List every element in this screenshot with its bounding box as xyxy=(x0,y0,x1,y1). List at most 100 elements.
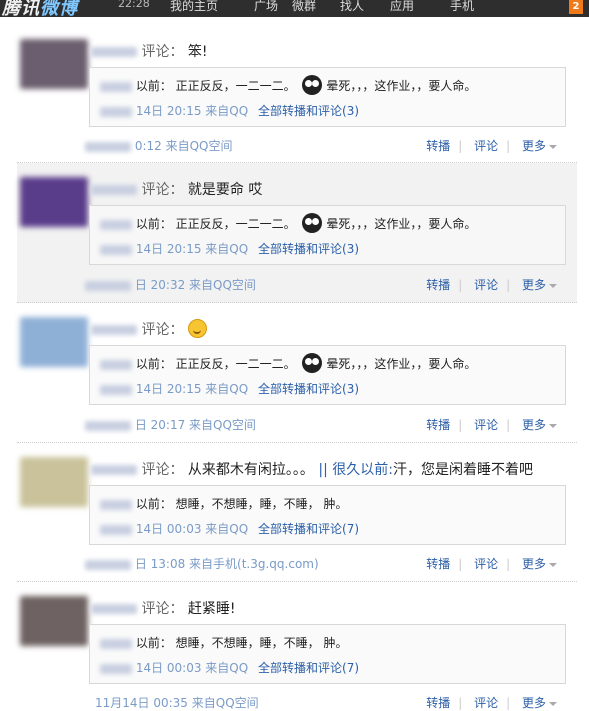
quoted-date[interactable]: 14日 00:03 来自QQ xyxy=(136,522,248,536)
top-time: 22:28 xyxy=(118,0,150,10)
avatar[interactable] xyxy=(20,39,88,89)
more-button[interactable]: 更多 xyxy=(522,696,557,710)
comment-button[interactable]: 评论 xyxy=(474,557,498,571)
feed-item: 评论： 从来都木有闲拉。。。 || 很久以前:汗，您是闲着睡不着吧 以前： 想睡… xyxy=(17,443,577,582)
comment-button[interactable]: 评论 xyxy=(474,418,498,432)
comment-text-reply: 汗，您是闲着睡不着吧 xyxy=(392,462,533,478)
comment-header: 评论： 赶紧睡! xyxy=(91,598,236,618)
avatar[interactable] xyxy=(20,317,88,367)
comment-button[interactable]: 评论 xyxy=(474,139,498,153)
quoted-post: 以前： 正正反反，一二一二。 晕死，，，这作业，，要人命。 14日 20:15 … xyxy=(89,205,566,265)
quoted-body-b: 晕死，，，这作业，，要人命。 xyxy=(326,357,477,371)
post-date-source[interactable]: 0:12 来自QQ空间 xyxy=(135,139,233,153)
quoted-meta: 14日 20:15 来自QQ 全部转播和评论(3) xyxy=(100,240,359,257)
avatar[interactable] xyxy=(20,596,88,646)
quoted-body-a: 正正反反，一二一二。 xyxy=(175,217,296,231)
repost-button[interactable]: 转播 xyxy=(426,139,450,153)
post-actions: 转播 | 评论 | 更多 xyxy=(418,416,557,433)
comment-header: 评论： xyxy=(91,319,207,339)
repost-button[interactable]: 转播 xyxy=(426,696,450,710)
dizzy-emoji-icon xyxy=(301,74,322,95)
repost-button[interactable]: 转播 xyxy=(426,278,450,292)
post-date-source[interactable]: 日 20:17 来自QQ空间 xyxy=(135,418,256,432)
quoted-body-a: 想睡，不想睡，睡，不睡， xyxy=(175,497,320,511)
quoted-prefix: 以前： xyxy=(135,357,172,371)
comment-label: 评论： xyxy=(141,182,184,198)
quoted-date[interactable]: 14日 20:15 来自QQ xyxy=(136,104,248,118)
comment-button[interactable]: 评论 xyxy=(474,696,498,710)
quoted-post: 以前： 想睡，不想睡，睡，不睡， 肿。 14日 00:03 来自QQ 全部转播和… xyxy=(89,485,566,545)
nav-item-square[interactable]: 广场 xyxy=(254,0,278,14)
post-date-blurred xyxy=(85,280,131,291)
nav-item-groups[interactable]: 微群 xyxy=(292,0,316,14)
avatar[interactable] xyxy=(20,177,88,227)
quoted-date[interactable]: 14日 00:03 来自QQ xyxy=(136,661,248,675)
repost-button[interactable]: 转播 xyxy=(426,557,450,571)
all-reposts-link[interactable]: 全部转播和评论(3) xyxy=(258,242,359,256)
quoted-post: 以前： 正正反反，一二一二。 晕死，，，这作业，，要人命。 14日 20:15 … xyxy=(89,345,566,405)
nav-item-home[interactable]: 我的主页 xyxy=(170,0,218,14)
quoted-username-blurred[interactable] xyxy=(100,638,132,649)
quoted-meta: 14日 20:15 来自QQ 全部转播和评论(3) xyxy=(100,102,359,119)
post-actions: 转播 | 评论 | 更多 xyxy=(418,137,557,154)
comment-label: 评论： xyxy=(141,44,184,60)
quoted-username-blurred[interactable] xyxy=(100,219,132,230)
comment-label: 评论： xyxy=(141,601,184,617)
nav-item-apps[interactable]: 应用 xyxy=(390,0,414,14)
more-button[interactable]: 更多 xyxy=(522,139,557,153)
feed-item: 评论： 以前： 正正反反，一二一二。 晕死，，，这作业，，要人命。 14日 20… xyxy=(17,303,577,443)
more-button[interactable]: 更多 xyxy=(522,278,557,292)
all-reposts-link[interactable]: 全部转播和评论(7) xyxy=(258,522,359,536)
post-date-source[interactable]: 日 20:32 来自QQ空间 xyxy=(135,278,256,292)
more-button[interactable]: 更多 xyxy=(522,418,557,432)
quoted-prefix: 以前： xyxy=(135,79,172,93)
quoted-username-blurred[interactable] xyxy=(100,359,132,370)
username-blurred[interactable] xyxy=(91,185,137,195)
quoted-username-blurred[interactable] xyxy=(100,81,132,92)
post-date-source[interactable]: 日 13:08 来自手机(t.3g.qq.com) xyxy=(135,557,319,571)
comment-feed: 评论： 笨! 以前： 正正反反，一二一二。 晕死，，，这作业，，要人命。 14日… xyxy=(17,25,577,710)
comment-header: 评论： 就是要命 哎 xyxy=(91,179,262,199)
quoted-date-blurred xyxy=(100,384,132,395)
post-date-source[interactable]: 11月14日 00:35 来自QQ空间 xyxy=(95,696,259,710)
quoted-username-blurred[interactable] xyxy=(100,499,132,510)
quoted-meta: 14日 20:15 来自QQ 全部转播和评论(3) xyxy=(100,380,359,397)
quoted-prefix: 以前： xyxy=(135,636,172,650)
tencent-weibo-logo[interactable]: 腾讯微博 xyxy=(2,0,78,17)
quoted-meta: 14日 00:03 来自QQ 全部转播和评论(7) xyxy=(100,520,359,537)
post-actions: 转播 | 评论 | 更多 xyxy=(418,555,557,572)
post-date-blurred xyxy=(85,141,131,152)
post-meta: 日 13:08 来自手机(t.3g.qq.com) xyxy=(85,555,319,572)
thinking-emoji-icon xyxy=(187,319,207,338)
post-meta: 11月14日 00:35 来自QQ空间 xyxy=(95,694,259,711)
quoted-post: 以前： 正正反反，一二一二。 晕死，，，这作业，，要人命。 14日 20:15 … xyxy=(89,67,566,127)
username-blurred[interactable] xyxy=(91,604,137,614)
all-reposts-link[interactable]: 全部转播和评论(3) xyxy=(258,382,359,396)
quoted-body-b: 肿。 xyxy=(323,636,348,650)
notification-badge[interactable]: 2 xyxy=(569,0,583,14)
quoted-date[interactable]: 14日 20:15 来自QQ xyxy=(136,382,248,396)
comment-button[interactable]: 评论 xyxy=(474,278,498,292)
comment-text: 从来都木有闲拉。。。 xyxy=(187,462,314,478)
feed-item: 评论： 就是要命 哎 以前： 正正反反，一二一二。 晕死，，，这作业，，要人命。… xyxy=(17,163,577,303)
post-actions: 转播 | 评论 | 更多 xyxy=(418,694,557,711)
username-blurred[interactable] xyxy=(91,325,137,335)
quoted-body-b: 晕死，，，这作业，，要人命。 xyxy=(326,217,477,231)
post-meta: 日 20:17 来自QQ空间 xyxy=(85,416,256,433)
quoted-text: 以前： 正正反反，一二一二。 晕死，，，这作业，，要人命。 xyxy=(100,74,476,95)
quoted-date[interactable]: 14日 20:15 来自QQ xyxy=(136,242,248,256)
nav-item-find[interactable]: 找人 xyxy=(340,0,364,14)
dizzy-emoji-icon xyxy=(301,352,322,373)
repost-button[interactable]: 转播 xyxy=(426,418,450,432)
quoted-date-blurred xyxy=(100,244,132,255)
username-blurred[interactable] xyxy=(91,465,137,475)
post-date-blurred xyxy=(85,559,131,570)
username-blurred[interactable] xyxy=(91,47,137,57)
more-button[interactable]: 更多 xyxy=(522,557,557,571)
avatar[interactable] xyxy=(20,457,88,507)
quoted-user-link[interactable]: || 很久以前: xyxy=(318,462,393,478)
nav-item-mobile[interactable]: 手机 xyxy=(450,0,474,14)
all-reposts-link[interactable]: 全部转播和评论(7) xyxy=(258,661,359,675)
dizzy-emoji-icon xyxy=(301,212,322,233)
all-reposts-link[interactable]: 全部转播和评论(3) xyxy=(258,104,359,118)
